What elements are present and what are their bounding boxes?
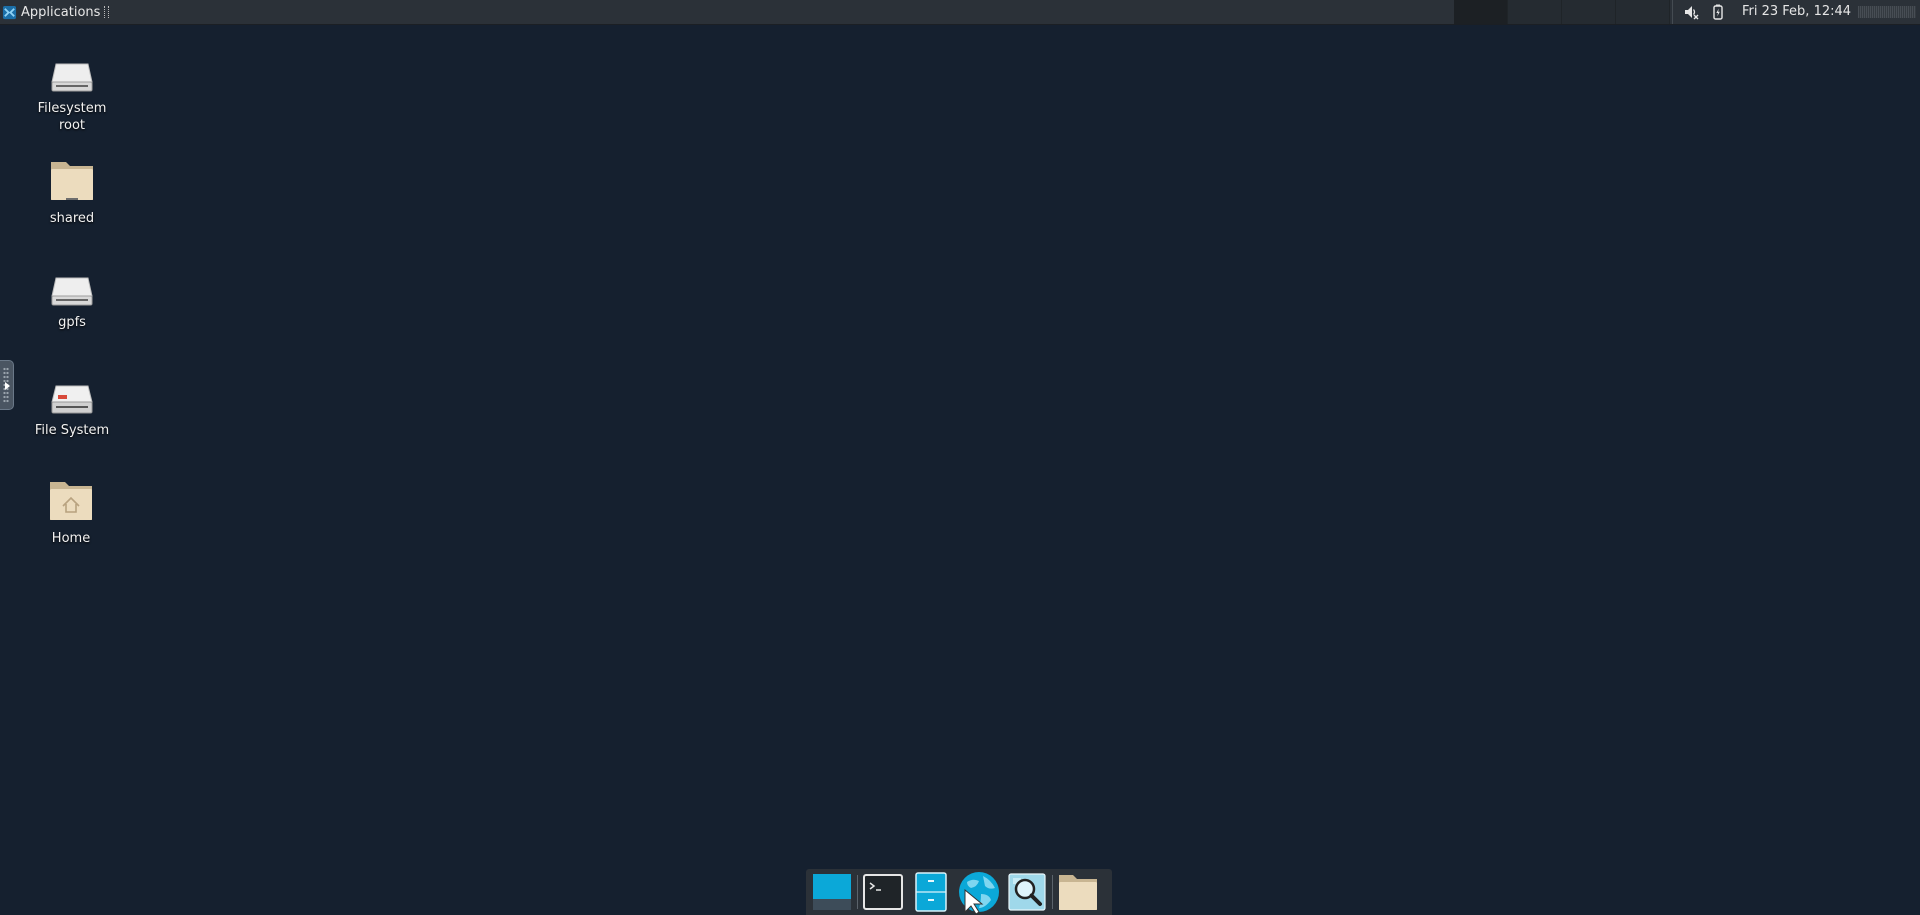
workspace-1[interactable] (1454, 0, 1508, 24)
battery-icon[interactable] (1710, 4, 1726, 20)
desktop-icon-home[interactable]: Home (23, 476, 119, 547)
workspace-2[interactable] (1508, 0, 1562, 24)
dock (806, 869, 1112, 915)
workspace-4[interactable] (1616, 0, 1670, 24)
drive-icon (51, 277, 93, 306)
dock-web-browser[interactable] (955, 869, 1003, 915)
drive-icon (51, 63, 93, 92)
dock-separator (857, 875, 858, 909)
file-manager-icon (915, 872, 947, 912)
show-desktop-icon (813, 874, 851, 910)
panel-divider (1672, 0, 1673, 24)
dock-app-finder[interactable] (1003, 869, 1051, 915)
home-folder-icon (50, 482, 92, 520)
desktop-icon-label: shared (49, 211, 95, 226)
desktop-icon-label: gpfs (58, 315, 86, 330)
desktop-icon-label: Home (51, 531, 91, 546)
app-finder-icon (1008, 873, 1046, 911)
web-browser-icon (959, 872, 999, 914)
folder-icon (1059, 875, 1097, 910)
dock-file-manager[interactable] (907, 869, 955, 915)
applications-menu-button[interactable]: Applications (2, 0, 110, 24)
harddisk-icon (51, 385, 93, 414)
top-panel: Applications Fri 23 Feb, 12:44 (0, 0, 1920, 25)
expand-arrow-icon (5, 382, 10, 390)
terminal-icon (863, 874, 903, 910)
desktop-icon-shared[interactable]: shared (24, 156, 120, 227)
side-panel-handle[interactable] (0, 360, 14, 410)
clock[interactable]: Fri 23 Feb, 12:44 (1742, 0, 1851, 24)
speaker-muted-icon[interactable] (1683, 4, 1699, 20)
workspace-3[interactable] (1562, 0, 1616, 24)
panel-separator (104, 6, 110, 18)
folder-icon (51, 162, 93, 200)
desktop-icon-gpfs[interactable]: gpfs (24, 272, 120, 331)
workspace-switcher[interactable] (1454, 0, 1670, 24)
desktop-icon-label: File System (34, 423, 110, 438)
desktop-icon-file-system[interactable]: File System (24, 382, 120, 439)
desktop-icon-label: Filesystem root (37, 101, 107, 133)
dock-separator (1052, 875, 1053, 909)
desktop-icon-filesystem-root[interactable]: Filesystem root (24, 58, 120, 134)
applications-label: Applications (21, 4, 101, 20)
dock-terminal[interactable] (859, 869, 907, 915)
xfce-logo-icon (2, 5, 17, 19)
dock-show-desktop[interactable] (808, 869, 856, 915)
user-menu[interactable] (1858, 6, 1916, 18)
dock-folder[interactable] (1054, 869, 1102, 915)
